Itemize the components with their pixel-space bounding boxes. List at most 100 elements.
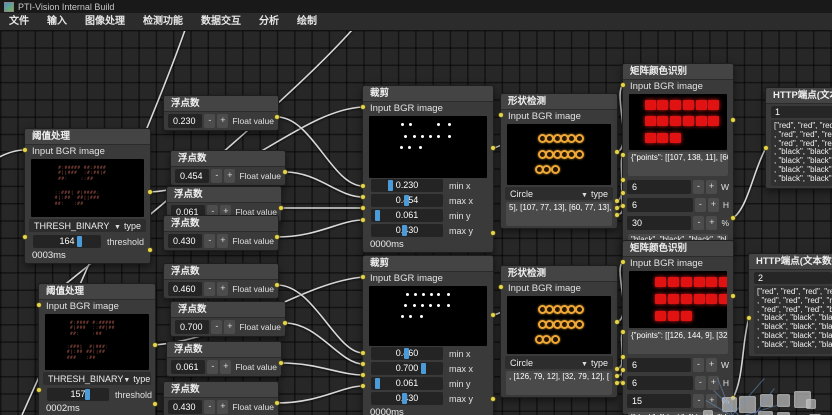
node-http-endpoint-2[interactable]: HTTP端点(文本数据) 2 ["red", "red", "red", "re…	[748, 253, 832, 357]
increment-button[interactable]: +	[217, 400, 228, 414]
slider-handle[interactable]	[404, 348, 409, 359]
increment-button[interactable]: +	[217, 234, 228, 248]
endpoint-id-input[interactable]: 1	[771, 106, 832, 118]
menu-input[interactable]: 输入	[38, 13, 76, 30]
type-dropdown[interactable]: THRESH_BINARY ▼type	[29, 219, 146, 232]
node-title[interactable]: 矩阵颜色识别	[623, 241, 733, 257]
increment-button[interactable]: +	[706, 394, 717, 408]
node-title[interactable]: 浮点数	[164, 382, 278, 398]
node-title[interactable]: 浮点数	[167, 342, 281, 358]
menu-detection[interactable]: 检测功能	[134, 13, 192, 30]
min-x-slider[interactable]: 0.460	[371, 347, 443, 360]
slider-handle[interactable]	[404, 195, 409, 206]
node-title[interactable]: 浮点数	[171, 302, 285, 318]
type-dropdown[interactable]: THRESH_BINARY ▼type	[43, 372, 151, 385]
threshold-slider[interactable]: 157	[47, 388, 109, 401]
increment-button[interactable]: +	[224, 169, 235, 183]
menu-image-processing[interactable]: 图像处理	[76, 13, 134, 30]
decrement-button[interactable]: -	[204, 282, 215, 296]
node-editor-canvas[interactable]: 阈值处理 Input BGR image #:##### ##:#### #||…	[0, 30, 832, 415]
node-float-2[interactable]: 浮点数 0.454 - + Float value	[170, 150, 286, 186]
node-threshold-1[interactable]: 阈值处理 Input BGR image #:##### ##:#### #||…	[24, 128, 151, 264]
percent-value-input[interactable]: 30	[627, 216, 691, 230]
max-y-slider[interactable]: 0.430	[371, 224, 443, 237]
increment-button[interactable]: +	[708, 198, 719, 212]
node-float-4[interactable]: 浮点数 0.430 - + Float value	[163, 215, 279, 251]
min-y-slider[interactable]: 0.061	[371, 377, 443, 390]
increment-button[interactable]: +	[708, 376, 719, 390]
node-title[interactable]: HTTP端点(文本数据	[766, 88, 832, 104]
menu-draw[interactable]: 绘制	[288, 13, 326, 30]
float-value-input[interactable]: 0.454	[175, 169, 209, 183]
increment-button[interactable]: +	[706, 358, 717, 372]
slider-handle[interactable]	[375, 210, 380, 221]
decrement-button[interactable]: -	[693, 394, 704, 408]
decrement-button[interactable]: -	[695, 376, 706, 390]
max-x-slider[interactable]: 0.700	[371, 362, 443, 375]
increment-button[interactable]: +	[706, 216, 717, 230]
slider-handle[interactable]	[375, 378, 380, 389]
node-float-6[interactable]: 浮点数 0.700 - + Float value	[170, 301, 286, 337]
points-input-text[interactable]: {"points": [[107, 138, 11], [60	[628, 152, 728, 176]
node-title[interactable]: 浮点数	[171, 151, 285, 167]
node-matrix-color-2[interactable]: 矩阵颜色识别 Input BGR image {"points": [[126,…	[622, 240, 734, 415]
min-x-slider[interactable]: 0.230	[371, 179, 443, 192]
node-title[interactable]: 裁剪	[363, 86, 493, 102]
node-matrix-color-1[interactable]: 矩阵颜色识别 Input BGR image {"points": [[107,…	[622, 63, 734, 251]
decrement-button[interactable]: -	[204, 114, 215, 128]
min-y-slider[interactable]: 0.061	[371, 209, 443, 222]
slider-handle[interactable]	[388, 180, 393, 191]
node-float-5[interactable]: 浮点数 0.460 - + Float value	[163, 263, 279, 299]
increment-button[interactable]: +	[224, 320, 235, 334]
node-http-endpoint-1[interactable]: HTTP端点(文本数据 1 ["red", "red", "red", , "r…	[765, 87, 832, 189]
node-title[interactable]: 矩阵颜色识别	[623, 64, 733, 80]
slider-handle[interactable]	[85, 389, 90, 400]
decrement-button[interactable]: -	[204, 234, 215, 248]
float-value-input[interactable]: 0.430	[168, 400, 202, 414]
node-title[interactable]: 形状检测	[501, 266, 617, 282]
endpoint-id-input[interactable]: 2	[754, 272, 832, 284]
decrement-button[interactable]: -	[693, 216, 704, 230]
slider-handle[interactable]	[402, 225, 407, 236]
float-value-input[interactable]: 0.230	[168, 114, 202, 128]
percent-value-input[interactable]: 15	[627, 394, 691, 408]
width-value-input[interactable]: 6	[627, 358, 691, 372]
increment-button[interactable]: +	[220, 360, 231, 374]
decrement-button[interactable]: -	[207, 360, 218, 374]
slider-handle[interactable]	[402, 393, 407, 404]
detection-output-text[interactable]: 5], [107, 77, 13], [60, 77, 13],	[506, 202, 612, 226]
node-crop-2[interactable]: 裁剪 Input BGR image 0.460 min x 0.700 max…	[362, 255, 494, 415]
decrement-button[interactable]: -	[211, 320, 222, 334]
node-title[interactable]: HTTP端点(文本数据)	[749, 254, 832, 270]
menu-analysis[interactable]: 分析	[250, 13, 288, 30]
increment-button[interactable]: +	[217, 282, 228, 296]
slider-handle[interactable]	[77, 236, 82, 247]
menu-file[interactable]: 文件	[0, 13, 38, 30]
node-title[interactable]: 阈值处理	[39, 284, 155, 300]
node-float-7[interactable]: 浮点数 0.061 - + Float value	[166, 341, 282, 377]
decrement-button[interactable]: -	[693, 358, 704, 372]
type-dropdown[interactable]: Circle ▼type	[505, 187, 613, 200]
decrement-button[interactable]: -	[695, 198, 706, 212]
max-x-slider[interactable]: 0.454	[371, 194, 443, 207]
decrement-button[interactable]: -	[693, 180, 704, 194]
float-value-input[interactable]: 0.061	[171, 360, 205, 374]
payload-text[interactable]: ["red", "red", "red", "red , "red", "red…	[754, 286, 832, 354]
float-value-input[interactable]: 0.430	[168, 234, 202, 248]
max-y-slider[interactable]: 0.430	[371, 392, 443, 405]
float-value-input[interactable]: 0.700	[175, 320, 209, 334]
node-float-1[interactable]: 浮点数 0.230 - + Float value	[163, 95, 279, 131]
node-title[interactable]: 形状检测	[501, 94, 617, 110]
node-title[interactable]: 浮点数	[164, 264, 278, 280]
decrement-button[interactable]: -	[204, 400, 215, 414]
decrement-button[interactable]: -	[211, 169, 222, 183]
width-value-input[interactable]: 6	[627, 180, 691, 194]
threshold-slider[interactable]: 164	[33, 235, 101, 248]
payload-text[interactable]: ["red", "red", "red", , "red", "red", "r…	[771, 120, 832, 186]
menu-data-exchange[interactable]: 数据交互	[192, 13, 250, 30]
node-shape-detect-2[interactable]: 形状检测 Input BGR image Circle ▼type , [126…	[500, 265, 618, 398]
node-title[interactable]: 浮点数	[164, 96, 278, 112]
height-value-input[interactable]: 6	[627, 376, 693, 390]
points-input-text[interactable]: {"points": [[126, 144, 9], [32,	[628, 330, 728, 354]
increment-button[interactable]: +	[217, 114, 228, 128]
